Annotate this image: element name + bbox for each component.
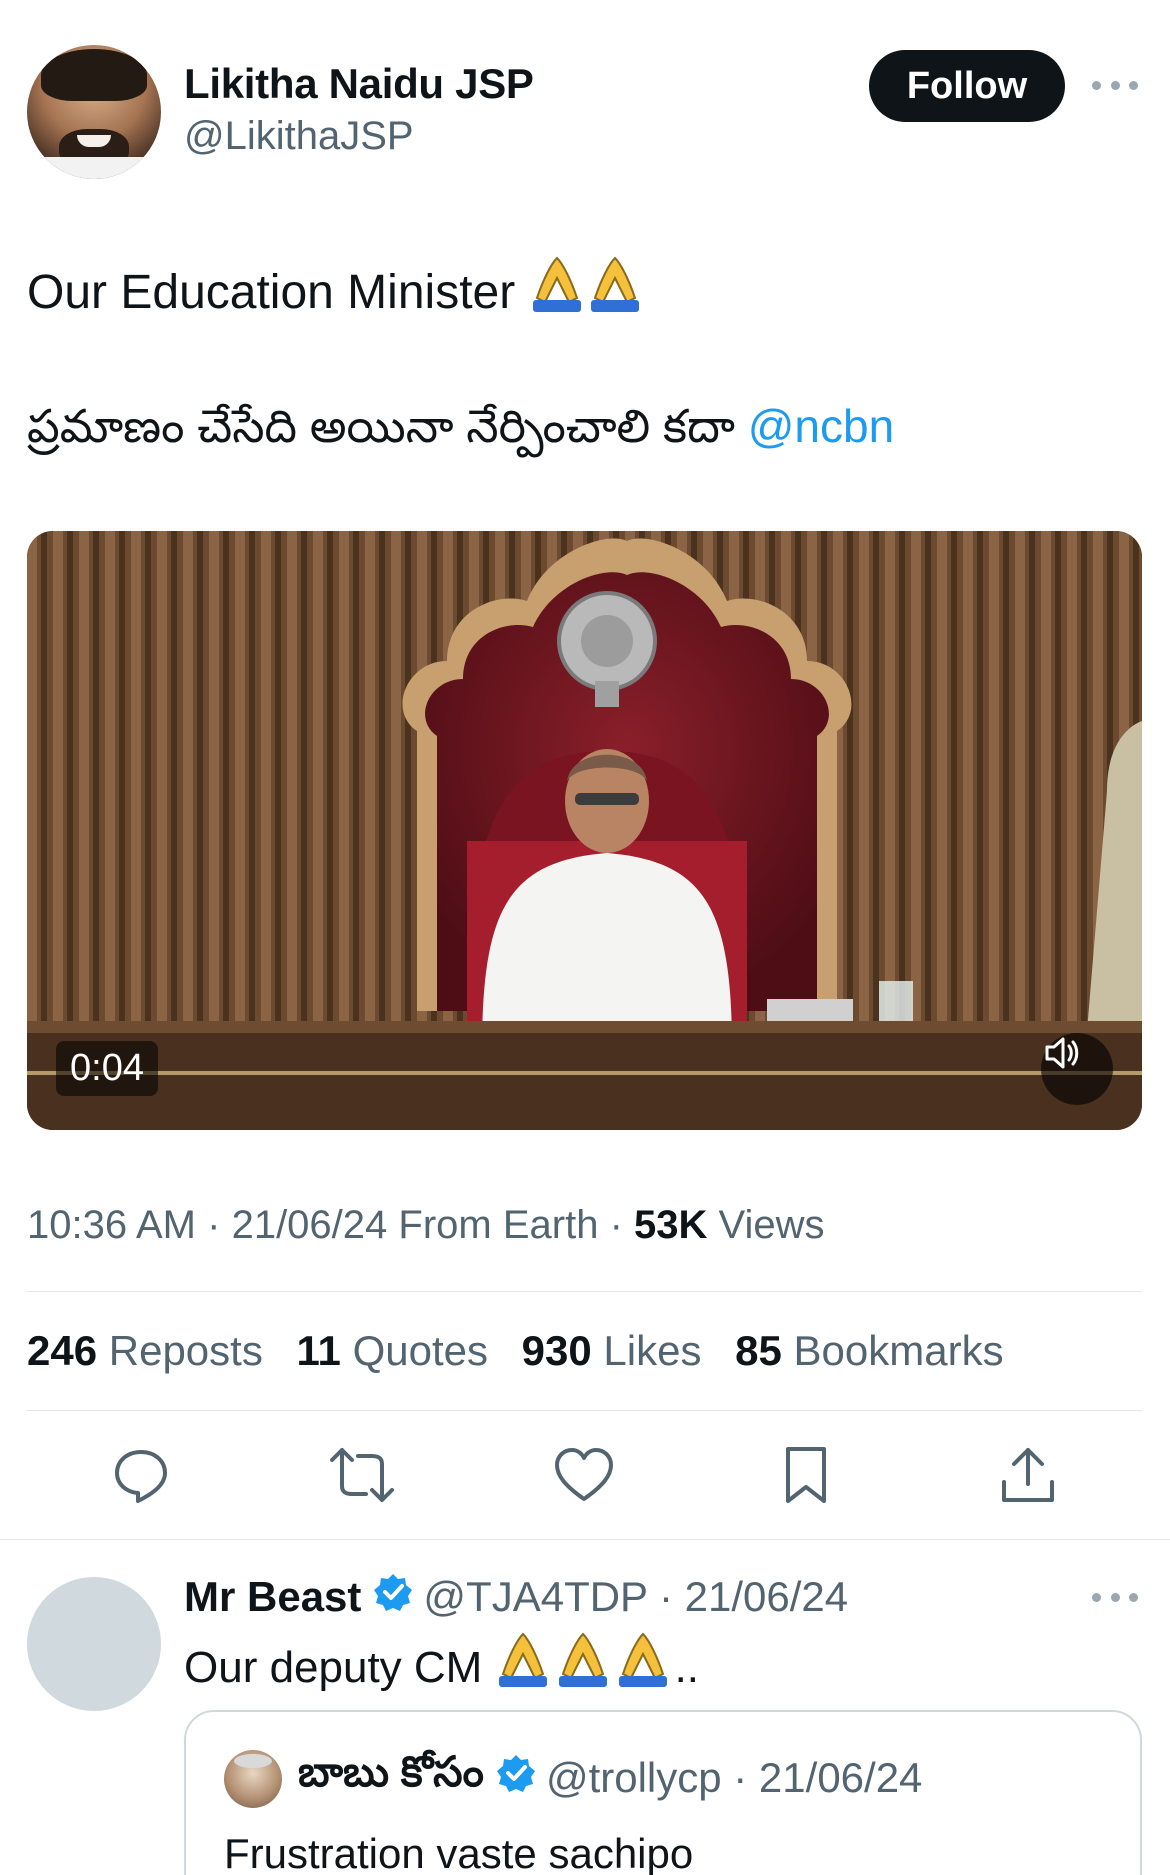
share-icon[interactable] <box>993 1440 1063 1510</box>
divider <box>0 1539 1170 1540</box>
action-bar <box>0 1440 1170 1510</box>
reply-display-name[interactable]: Mr Beast <box>184 1573 361 1621</box>
tweet-time[interactable]: 10:36 AM <box>27 1203 196 1247</box>
quoted-tweet-card[interactable]: బాబు కోసం @trollycp · 21/06/24 Frustrati… <box>184 1710 1142 1875</box>
reply-header: Mr Beast @TJA4TDP · 21/06/24 <box>184 1572 848 1622</box>
tweet-date[interactable]: 21/06/24 <box>232 1203 388 1247</box>
repost-icon[interactable] <box>327 1440 397 1510</box>
likes-stat[interactable]: 930 Likes <box>522 1327 702 1374</box>
quote-avatar[interactable] <box>224 1750 282 1808</box>
views-label: Views <box>718 1203 825 1247</box>
reposts-stat[interactable]: 246 Reposts <box>27 1327 263 1374</box>
reply-text-content: Our deputy CM <box>184 1643 483 1692</box>
tweet-source: From Earth <box>398 1203 599 1247</box>
tweet-text-telugu: ప్రమాణం చేసేది అయినా నేర్పించాలి కదా <box>27 400 735 452</box>
quote-handle-date[interactable]: @trollycp · 21/06/24 <box>546 1754 922 1802</box>
bookmark-icon[interactable] <box>771 1440 841 1510</box>
author-handle[interactable]: @LikithaJSP <box>184 114 414 159</box>
author-display-name[interactable]: Likitha Naidu JSP <box>184 60 534 108</box>
reply-avatar[interactable] <box>27 1577 161 1711</box>
more-options-icon[interactable] <box>1092 70 1138 100</box>
video-frame <box>27 531 1142 1130</box>
quote-header: బాబు కోసం @trollycp · 21/06/24 <box>298 1748 922 1807</box>
verified-badge-icon <box>373 1572 413 1622</box>
folded-hands-icon <box>495 1630 675 1703</box>
tweet-detail-page: Likitha Naidu JSP @LikithaJSP Follow Our… <box>0 0 1170 1875</box>
verified-badge-icon <box>496 1753 536 1803</box>
author-avatar[interactable] <box>27 45 161 179</box>
speaker-icon[interactable] <box>1041 1033 1113 1105</box>
tweet-text-line-1-content: Our Education Minister <box>27 266 516 319</box>
bookmarks-stat[interactable]: 85 Bookmarks <box>735 1327 1003 1374</box>
divider <box>27 1410 1142 1411</box>
views-count: 53K <box>634 1203 708 1247</box>
reply-handle-date[interactable]: @TJA4TDP · 21/06/24 <box>423 1573 848 1621</box>
reply-icon[interactable] <box>106 1440 176 1510</box>
video-player[interactable]: 0:04 <box>27 531 1142 1130</box>
reply-text-trailing: .. <box>674 1643 700 1692</box>
divider <box>27 1291 1142 1292</box>
quotes-stat[interactable]: 11 Quotes <box>297 1327 489 1374</box>
tweet-text-line-2: ప్రమాణం చేసేది అయినా నేర్పించాలి కదా @nc… <box>27 396 894 456</box>
quote-display-name[interactable]: బాబు కోసం <box>298 1748 484 1807</box>
tweet-text-line-1: Our Education Minister <box>27 254 645 329</box>
engagement-stats: 246 Reposts 11 Quotes 930 Likes 85 Bookm… <box>27 1327 1026 1375</box>
reply-text: Our deputy CM .. <box>184 1630 699 1703</box>
follow-button[interactable]: Follow <box>869 50 1065 122</box>
quote-text: Frustration vaste sachipo <box>224 1830 694 1875</box>
reply-more-options-icon[interactable] <box>1092 1582 1138 1612</box>
video-duration: 0:04 <box>56 1041 158 1096</box>
mention-link[interactable]: @ncbn <box>748 400 894 452</box>
folded-hands-icon <box>529 254 645 329</box>
like-icon[interactable] <box>549 1440 619 1510</box>
tweet-meta: 10:36 AM · 21/06/24 From Earth · 53K Vie… <box>27 1203 825 1247</box>
